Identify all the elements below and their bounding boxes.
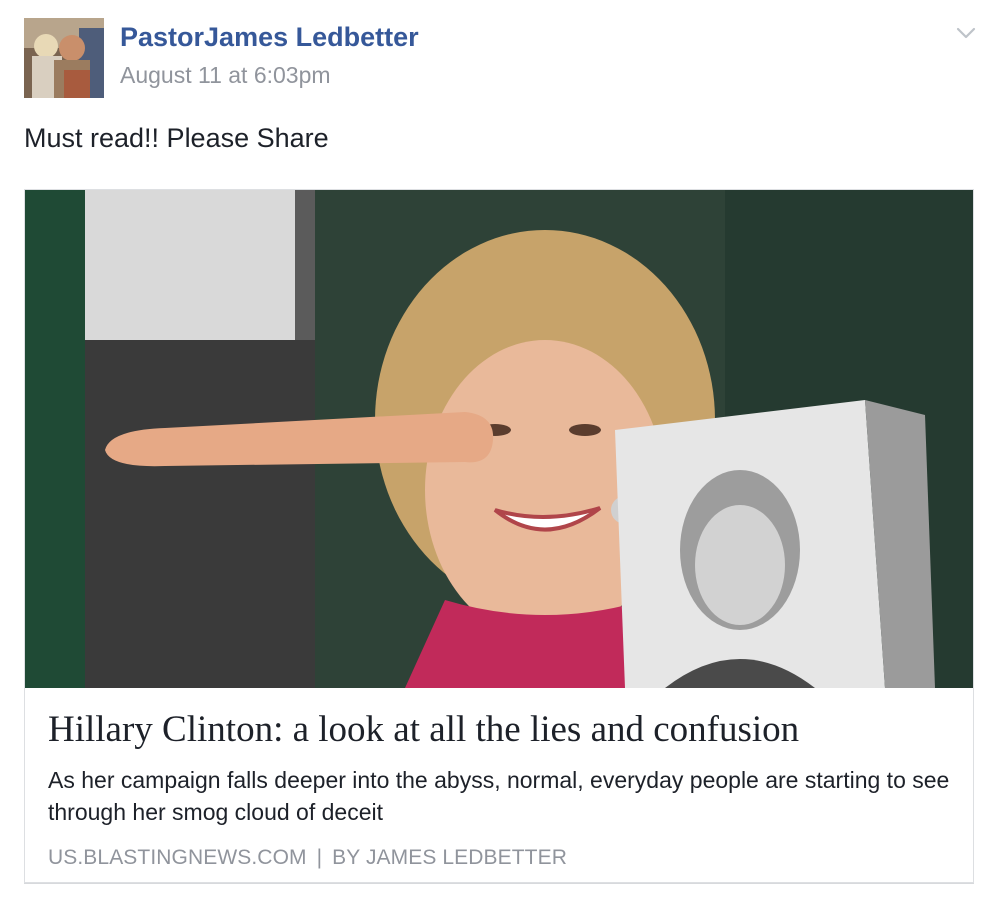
author-name-link[interactable]: PastorJames Ledbetter [120, 22, 419, 53]
profile-photo-icon [24, 18, 104, 98]
post-message: Must read!! Please Share [24, 123, 329, 153]
meta-separator: | [316, 846, 323, 869]
link-preview-meta: US.BLASTINGNEWS.COM | BY JAMES LEDBETTER [48, 846, 567, 870]
article-photo-icon [25, 190, 973, 688]
chevron-down-icon [956, 27, 976, 39]
link-preview-description: As her campaign falls deeper into the ab… [48, 767, 950, 825]
link-preview-domain: US.BLASTINGNEWS.COM [48, 846, 307, 869]
post-timestamp-link[interactable]: August 11 at 6:03pm [120, 62, 331, 89]
link-preview-title[interactable]: Hillary Clinton: a look at all the lies … [48, 708, 948, 751]
link-preview-byline: BY JAMES LEDBETTER [332, 846, 567, 869]
avatar[interactable] [24, 18, 104, 98]
feed-post: PastorJames Ledbetter August 11 at 6:03p… [0, 0, 1002, 910]
link-preview-card[interactable]: Hillary Clinton: a look at all the lies … [24, 189, 974, 883]
post-options-button[interactable] [952, 22, 980, 44]
link-preview-image[interactable] [25, 190, 973, 688]
